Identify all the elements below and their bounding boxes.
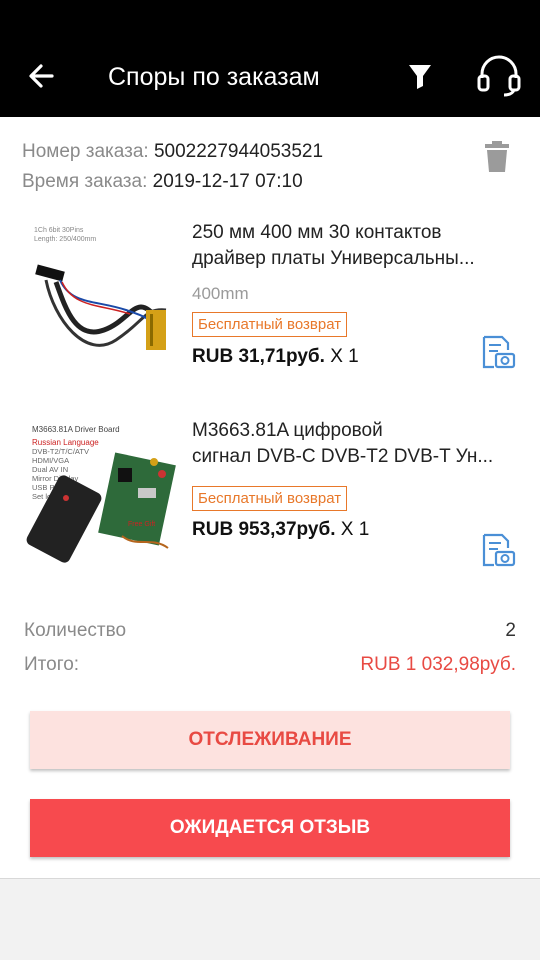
order-number: Номер заказа: 5002227944053521 bbox=[22, 139, 323, 165]
thumb-caption: Dual AV IN bbox=[32, 465, 68, 474]
app-header: Споры по заказам bbox=[0, 0, 540, 117]
headset-icon[interactable] bbox=[474, 54, 524, 98]
product-variant: 400mm bbox=[192, 284, 249, 303]
order-time: Время заказа: 2019-12-17 07:10 bbox=[22, 169, 303, 195]
total-row: Итого: RUB 1 032,98руб. bbox=[24, 654, 516, 676]
order-time-value: 2019-12-17 07:10 bbox=[152, 171, 303, 192]
free-return-badge: Бесплатный возврат bbox=[192, 312, 348, 337]
product-price: RUB 31,71руб. bbox=[192, 346, 325, 367]
thumb-caption: DVB-T2/T/C/ATV bbox=[32, 447, 89, 456]
dispute-card: Номер заказа: 5002227944053521 Время зак… bbox=[0, 117, 540, 879]
product-thumbnail[interactable]: M3663.81A Driver Board Russian Language … bbox=[26, 418, 176, 568]
photo-evidence-icon[interactable] bbox=[480, 334, 516, 370]
tracking-button[interactable]: ОТСЛЕЖИВАНИЕ bbox=[30, 711, 510, 769]
product-price-row: RUB 31,71руб. X 1 bbox=[192, 346, 359, 368]
order-number-value: 5002227944053521 bbox=[153, 141, 324, 162]
total-label: Итого: bbox=[24, 654, 80, 675]
product-title-line2: сигнал DVB-C DVB-T2 DVB-T Ун... bbox=[192, 446, 494, 467]
cable-product-image: 1Ch 6bit 30Pins Length: 250/400mm bbox=[34, 227, 167, 350]
product-price-row: RUB 953,37руб. X 1 bbox=[192, 519, 369, 541]
free-return-badge: Бесплатный возврат bbox=[192, 486, 348, 511]
thumb-caption: Russian Language bbox=[32, 438, 99, 447]
product-price: RUB 953,37руб. bbox=[192, 519, 336, 540]
thumb-caption: HDMI/VGA bbox=[32, 456, 69, 465]
trash-icon[interactable] bbox=[484, 141, 510, 173]
thumb-caption: Length: 250/400mm bbox=[34, 236, 96, 243]
photo-evidence-icon[interactable] bbox=[480, 532, 516, 568]
total-value: RUB 1 032,98руб. bbox=[360, 654, 516, 675]
thumb-caption: Free Gift bbox=[128, 521, 155, 528]
back-arrow-icon[interactable] bbox=[22, 56, 62, 96]
product-quantity: X 1 bbox=[330, 346, 359, 367]
order-number-label: Номер заказа: bbox=[22, 141, 149, 162]
product-title-line1: 250 мм 400 мм 30 контактов bbox=[192, 222, 442, 243]
page-title: Споры по заказам bbox=[108, 63, 320, 91]
filter-icon[interactable] bbox=[404, 58, 436, 92]
driver-board-product-image: M3663.81A Driver Board Russian Language … bbox=[26, 425, 176, 563]
order-item[interactable]: M3663.81A Driver Board Russian Language … bbox=[0, 418, 540, 598]
awaiting-review-button[interactable]: ОЖИДАЕТСЯ ОТЗЫВ bbox=[30, 799, 510, 857]
product-title[interactable]: M3663.81A цифровой сигнал DVB-C DVB-T2 D… bbox=[192, 418, 514, 470]
product-thumbnail[interactable]: 1Ch 6bit 30Pins Length: 250/400mm bbox=[26, 220, 176, 370]
order-time-label: Время заказа: bbox=[22, 171, 148, 192]
product-title[interactable]: 250 мм 400 мм 30 контактов драйвер платы… bbox=[192, 220, 514, 272]
product-title-line2: драйвер платы Универсальны... bbox=[192, 248, 475, 269]
quantity-row: Количество 2 bbox=[24, 620, 516, 642]
product-quantity: X 1 bbox=[340, 519, 370, 540]
quantity-value: 2 bbox=[505, 620, 516, 641]
product-title-line1: M3663.81A цифровой bbox=[192, 420, 383, 441]
order-item[interactable]: 1Ch 6bit 30Pins Length: 250/400mm 250 мм… bbox=[0, 220, 540, 400]
thumb-caption: 1Ch 6bit 30Pins bbox=[34, 227, 84, 234]
quantity-label: Количество bbox=[24, 620, 127, 641]
thumb-caption: M3663.81A Driver Board bbox=[32, 425, 120, 434]
